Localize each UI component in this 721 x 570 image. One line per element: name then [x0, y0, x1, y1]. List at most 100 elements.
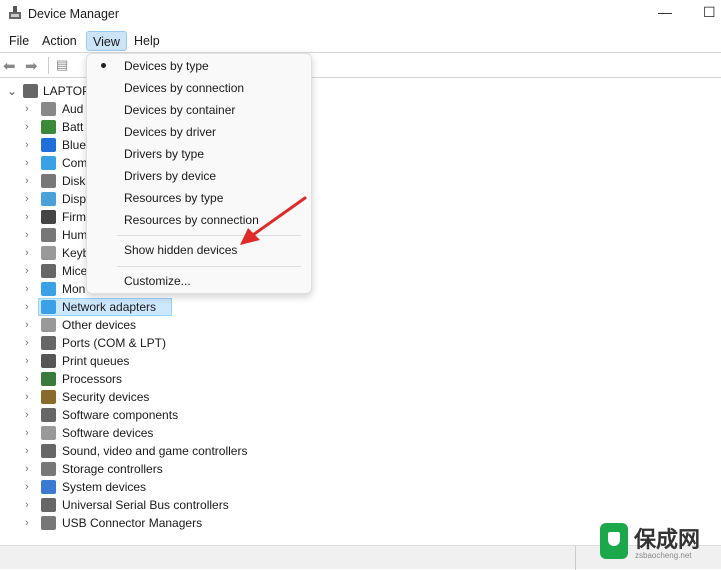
menu-item[interactable]: Resources by type: [124, 190, 223, 206]
chevron-right-icon[interactable]: ›: [25, 262, 29, 280]
device-category-icon: [41, 444, 56, 458]
menu-item[interactable]: Devices by container: [124, 102, 235, 118]
menu-item[interactable]: Devices by driver: [124, 124, 216, 140]
tree-item[interactable]: › Network adapters: [0, 298, 300, 316]
chevron-right-icon[interactable]: ›: [25, 334, 29, 352]
tree-item-label: Software devices: [62, 426, 154, 440]
device-category-icon: [41, 174, 56, 188]
chevron-right-icon[interactable]: ›: [25, 100, 29, 118]
device-category-icon: [41, 192, 56, 206]
menu-item[interactable]: Drivers by type: [124, 146, 204, 162]
chevron-right-icon[interactable]: ›: [25, 514, 29, 532]
chevron-right-icon[interactable]: ›: [25, 208, 29, 226]
device-category-icon: [41, 300, 56, 314]
chevron-right-icon[interactable]: ›: [25, 280, 29, 298]
menu-item-show-hidden-devices[interactable]: Show hidden devices: [124, 242, 237, 258]
view-menu-dropdown: Devices by type Devices by connection Devi…: [86, 53, 312, 294]
red-arrow-annotation: [240, 196, 307, 245]
device-category-icon: [41, 282, 56, 296]
device-category-icon: [41, 480, 56, 494]
tree-item-label: Print queues: [62, 354, 130, 368]
tree-item[interactable]: › Security devices: [0, 388, 300, 406]
tree-item-label: Other devices: [62, 318, 137, 332]
watermark-domain: zsbaocheng.net: [635, 551, 692, 560]
menu-item-customize[interactable]: Customize...: [124, 273, 191, 289]
menu-bar: File Action View Help: [0, 30, 721, 52]
device-category-icon: [41, 210, 56, 224]
tree-item[interactable]: › Universal Serial Bus controllers: [0, 496, 300, 514]
tree-item-label: Ports (COM & LPT): [62, 336, 167, 350]
chevron-right-icon[interactable]: ›: [25, 496, 29, 514]
tree-item[interactable]: › Sound, video and game controllers: [0, 442, 300, 460]
chevron-right-icon[interactable]: ›: [25, 388, 29, 406]
chevron-right-icon[interactable]: ›: [25, 136, 29, 154]
tree-item-label: Software components: [62, 408, 179, 422]
computer-icon: [23, 84, 38, 98]
title-bar: Device Manager — ☐: [0, 0, 721, 30]
tree-item-label: USB Connector Managers: [62, 516, 203, 530]
tree-item-label: Batt: [62, 120, 84, 134]
tree-item-label: Hum: [62, 228, 88, 242]
properties-icon[interactable]: ▤: [56, 57, 68, 73]
chevron-right-icon[interactable]: ›: [25, 370, 29, 388]
menu-item[interactable]: Devices by type: [124, 58, 209, 74]
chevron-right-icon[interactable]: ›: [25, 226, 29, 244]
maximize-icon[interactable]: ☐: [703, 4, 716, 21]
menu-view[interactable]: View: [86, 31, 127, 51]
watermark-logo: 保成网 zsbaocheng.net: [600, 520, 715, 565]
chevron-right-icon[interactable]: ›: [25, 424, 29, 442]
chevron-right-icon[interactable]: ›: [25, 442, 29, 460]
tree-item[interactable]: › Other devices: [0, 316, 300, 334]
tree-item-label: Aud: [62, 102, 84, 116]
device-category-icon: [41, 462, 56, 476]
device-category-icon: [41, 498, 56, 512]
device-category-icon: [41, 354, 56, 368]
chevron-right-icon[interactable]: ›: [25, 244, 29, 262]
tree-item[interactable]: › USB Connector Managers: [0, 514, 300, 532]
menu-file[interactable]: File: [3, 31, 35, 51]
chevron-right-icon[interactable]: ›: [25, 154, 29, 172]
chevron-down-icon[interactable]: ⌄: [7, 82, 17, 100]
tree-item-label: Sound, video and game controllers: [62, 444, 248, 458]
chevron-right-icon[interactable]: ›: [25, 316, 29, 334]
menu-item[interactable]: Drivers by device: [124, 168, 216, 184]
device-category-icon: [41, 264, 56, 278]
menu-action[interactable]: Action: [36, 31, 83, 51]
tree-item[interactable]: › Software components: [0, 406, 300, 424]
chevron-right-icon[interactable]: ›: [25, 118, 29, 136]
minimize-icon[interactable]: —: [658, 4, 672, 20]
menu-help[interactable]: Help: [128, 31, 166, 51]
menu-item[interactable]: Devices by connection: [124, 80, 244, 96]
chevron-right-icon[interactable]: ›: [25, 478, 29, 496]
tree-item[interactable]: › Processors: [0, 370, 300, 388]
tree-item[interactable]: › Storage controllers: [0, 460, 300, 478]
tree-item[interactable]: › Print queues: [0, 352, 300, 370]
tree-item[interactable]: › System devices: [0, 478, 300, 496]
chevron-right-icon[interactable]: ›: [25, 352, 29, 370]
back-icon[interactable]: ⬅: [3, 57, 16, 75]
tree-item-label: Disp: [62, 192, 87, 206]
checked-bullet-icon: [101, 63, 106, 68]
chevron-right-icon[interactable]: ›: [25, 460, 29, 478]
device-category-icon: [41, 336, 56, 350]
forward-icon[interactable]: ➡: [25, 57, 38, 75]
chevron-right-icon[interactable]: ›: [25, 172, 29, 190]
device-manager-icon: [9, 6, 21, 19]
tree-item[interactable]: › Ports (COM & LPT): [0, 334, 300, 352]
device-category-icon: [41, 390, 56, 404]
tree-item[interactable]: › Software devices: [0, 424, 300, 442]
device-category-icon: [41, 372, 56, 386]
device-category-icon: [41, 120, 56, 134]
chevron-right-icon[interactable]: ›: [25, 298, 29, 316]
device-category-icon: [41, 318, 56, 332]
tree-item-label: Universal Serial Bus controllers: [62, 498, 229, 512]
tree-item-label: Storage controllers: [62, 462, 163, 476]
device-category-icon: [41, 408, 56, 422]
device-category-icon: [41, 246, 56, 260]
menu-separator: [117, 266, 301, 267]
chevron-right-icon[interactable]: ›: [25, 406, 29, 424]
device-category-icon: [41, 516, 56, 530]
tree-item-label: Firm: [62, 210, 86, 224]
chevron-right-icon[interactable]: ›: [25, 190, 29, 208]
device-category-icon: [41, 426, 56, 440]
